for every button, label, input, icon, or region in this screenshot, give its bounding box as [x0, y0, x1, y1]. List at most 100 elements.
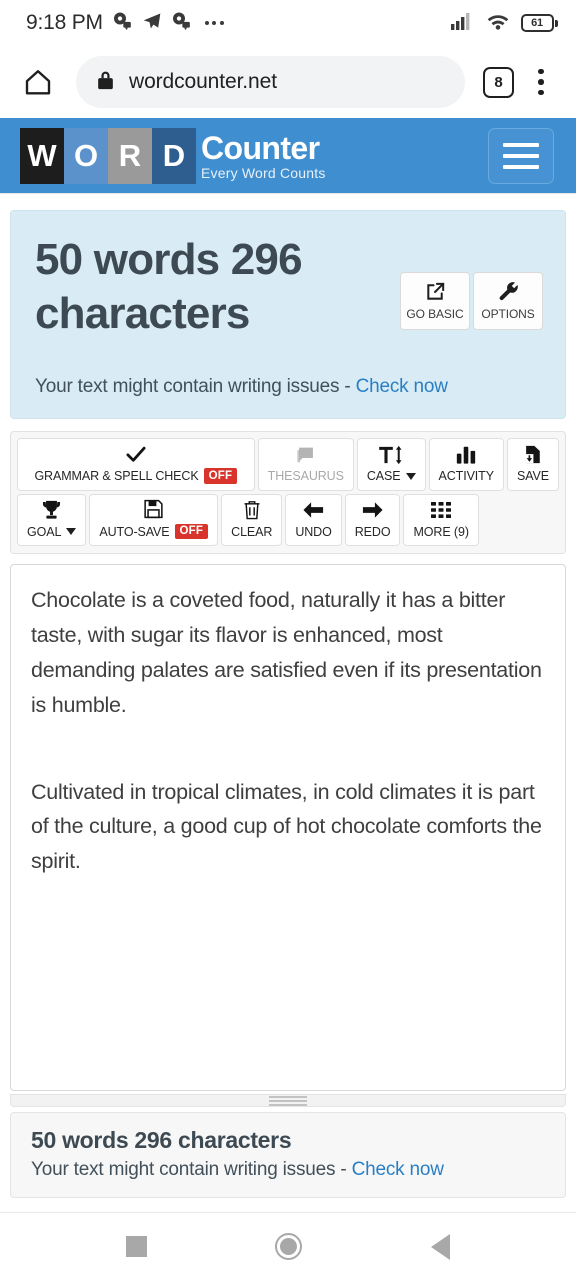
- save-label: SAVE: [516, 469, 549, 484]
- thesaurus-button[interactable]: THESAURUS: [257, 438, 354, 491]
- trophy-icon: [41, 501, 62, 520]
- battery-icon: 61: [520, 14, 558, 32]
- arrow-right-icon: [361, 501, 384, 520]
- lock-icon: [96, 69, 115, 96]
- wrench-icon: [497, 282, 520, 301]
- resize-grip-icon: [269, 1095, 307, 1106]
- floppy-disk-icon: [143, 500, 164, 519]
- page-bottom-spacer: [10, 1198, 566, 1212]
- options-label: OPTIONS: [481, 306, 535, 321]
- goal-label: GOAL: [27, 524, 62, 539]
- grammar-spell-check-label-wrap: GRAMMAR & SPELL CHECK OFF: [34, 468, 238, 484]
- grammar-status-badge: OFF: [203, 468, 238, 484]
- text-height-icon: [378, 445, 404, 464]
- logo-title: Counter: [201, 129, 320, 166]
- telegram-plane-icon: [142, 11, 162, 36]
- logo-wordmark: Counter Every Word Counts: [201, 132, 326, 180]
- battery-level: 61: [520, 14, 554, 32]
- editor-resize-handle[interactable]: [10, 1094, 566, 1107]
- summary-check-now-link[interactable]: Check now: [352, 1159, 444, 1180]
- chevron-down-icon: [66, 528, 77, 536]
- more-button[interactable]: MORE (9): [403, 493, 479, 547]
- save-button[interactable]: SAVE: [506, 438, 559, 491]
- logo-tagline: Every Word Counts: [201, 164, 326, 181]
- hero-note-text: Your text might contain writing issues -: [35, 376, 356, 398]
- status-bar: 9:18 PM 61: [0, 0, 576, 46]
- site-header: W O R D Counter Every Word Counts: [0, 118, 576, 194]
- go-basic-button[interactable]: GO BASIC: [400, 272, 470, 331]
- options-button[interactable]: OPTIONS: [473, 272, 543, 331]
- book-icon: [295, 445, 317, 464]
- goal-label-wrap: GOAL: [27, 524, 77, 539]
- hamburger-menu-icon[interactable]: [488, 127, 554, 184]
- home-icon[interactable]: [16, 60, 60, 104]
- wordcounter-logo[interactable]: W O R D Counter Every Word Counts: [20, 127, 326, 184]
- address-bar[interactable]: wordcounter.net: [76, 56, 465, 108]
- summary-writing-issues-note: Your text might contain writing issues -…: [31, 1159, 545, 1181]
- home-button[interactable]: [253, 1219, 323, 1275]
- auto-save-label: AUTO-SAVE: [99, 524, 170, 539]
- hero-check-now-link[interactable]: Check now: [356, 376, 448, 397]
- undo-button[interactable]: UNDO: [285, 493, 342, 547]
- cellular-signal-icon: [450, 12, 475, 35]
- redo-label: REDO: [354, 524, 391, 539]
- case-label-wrap: CASE: [367, 469, 416, 483]
- summary-panel: 50 words 296 characters Your text might …: [10, 1112, 566, 1198]
- word-count-panel: 50 words 296 characters GO BASIC OPTIONS…: [10, 210, 566, 420]
- logo-letter-d: D: [152, 127, 196, 184]
- back-button[interactable]: [405, 1219, 475, 1275]
- checkmark-icon: [125, 444, 147, 463]
- text-editor-area[interactable]: Chocolate is a coveted food, naturally i…: [10, 564, 566, 1091]
- kebab-menu-icon[interactable]: [520, 60, 562, 104]
- status-bar-right: 61: [450, 11, 558, 35]
- hero-action-buttons: GO BASIC OPTIONS: [400, 272, 543, 331]
- more-notifications-icon: [204, 21, 224, 25]
- more-label: MORE (9): [413, 524, 469, 539]
- editor-paragraph-2: Cultivated in tropical climates, in cold…: [31, 779, 542, 874]
- tab-switcher-button[interactable]: 8: [483, 66, 514, 98]
- recents-button[interactable]: [101, 1219, 171, 1275]
- triangle-left-icon: [430, 1233, 450, 1260]
- arrow-left-icon: [302, 501, 325, 520]
- logo-letter-w: W: [20, 127, 64, 184]
- external-link-icon: [424, 282, 447, 301]
- toolbar-row-1: GRAMMAR & SPELL CHECK OFF THESAURUS CASE…: [17, 438, 559, 491]
- grid-dots-icon: [430, 501, 452, 520]
- editor-paragraph-1: Chocolate is a coveted food, naturally i…: [31, 588, 542, 717]
- chevron-down-icon: [405, 472, 416, 480]
- browser-toolbar: wordcounter.net 8: [0, 46, 576, 118]
- phone-screen: 9:18 PM 61 wordcounter.net 8 W O R D Cou…: [0, 0, 576, 1280]
- activity-button[interactable]: ACTIVITY: [428, 438, 504, 491]
- redo-button[interactable]: REDO: [344, 493, 401, 547]
- chat-bubble-icon: [171, 11, 192, 36]
- go-basic-label: GO BASIC: [406, 306, 464, 321]
- auto-save-button[interactable]: AUTO-SAVE OFF: [89, 493, 219, 547]
- toolbar-row-2: GOAL AUTO-SAVE OFF CLEAR UNDO REDO MORE …: [17, 493, 559, 547]
- auto-save-label-wrap: AUTO-SAVE OFF: [99, 523, 209, 540]
- case-label: CASE: [366, 469, 401, 484]
- undo-label: UNDO: [295, 524, 332, 539]
- clear-label: CLEAR: [231, 524, 273, 539]
- logo-letter-blocks: W O R D: [20, 127, 196, 184]
- goal-button[interactable]: GOAL: [17, 493, 87, 547]
- activity-label: ACTIVITY: [438, 469, 495, 484]
- trash-icon: [242, 501, 262, 520]
- auto-save-status-badge: OFF: [174, 523, 209, 540]
- clear-button[interactable]: CLEAR: [221, 493, 283, 547]
- summary-note-text: Your text might contain writing issues -: [31, 1159, 352, 1180]
- android-navigation-bar: [0, 1212, 576, 1280]
- status-clock: 9:18 PM: [26, 11, 103, 34]
- hero-writing-issues-note: Your text might contain writing issues -…: [35, 376, 541, 398]
- summary-count-text: 50 words 296 characters: [31, 1127, 292, 1153]
- bar-chart-icon: [455, 445, 477, 464]
- logo-letter-o: O: [64, 127, 108, 184]
- editor-toolbar: GRAMMAR & SPELL CHECK OFF THESAURUS CASE…: [10, 431, 566, 555]
- grammar-spell-check-button[interactable]: GRAMMAR & SPELL CHECK OFF: [17, 438, 255, 491]
- case-button[interactable]: CASE: [356, 438, 426, 491]
- file-download-icon: [522, 445, 543, 464]
- thesaurus-label: THESAURUS: [267, 469, 344, 484]
- word-count-heading: 50 words 296 characters: [35, 235, 303, 338]
- chat-bubble-icon: [112, 11, 133, 36]
- square-icon: [125, 1236, 147, 1257]
- address-bar-url[interactable]: wordcounter.net: [129, 70, 277, 94]
